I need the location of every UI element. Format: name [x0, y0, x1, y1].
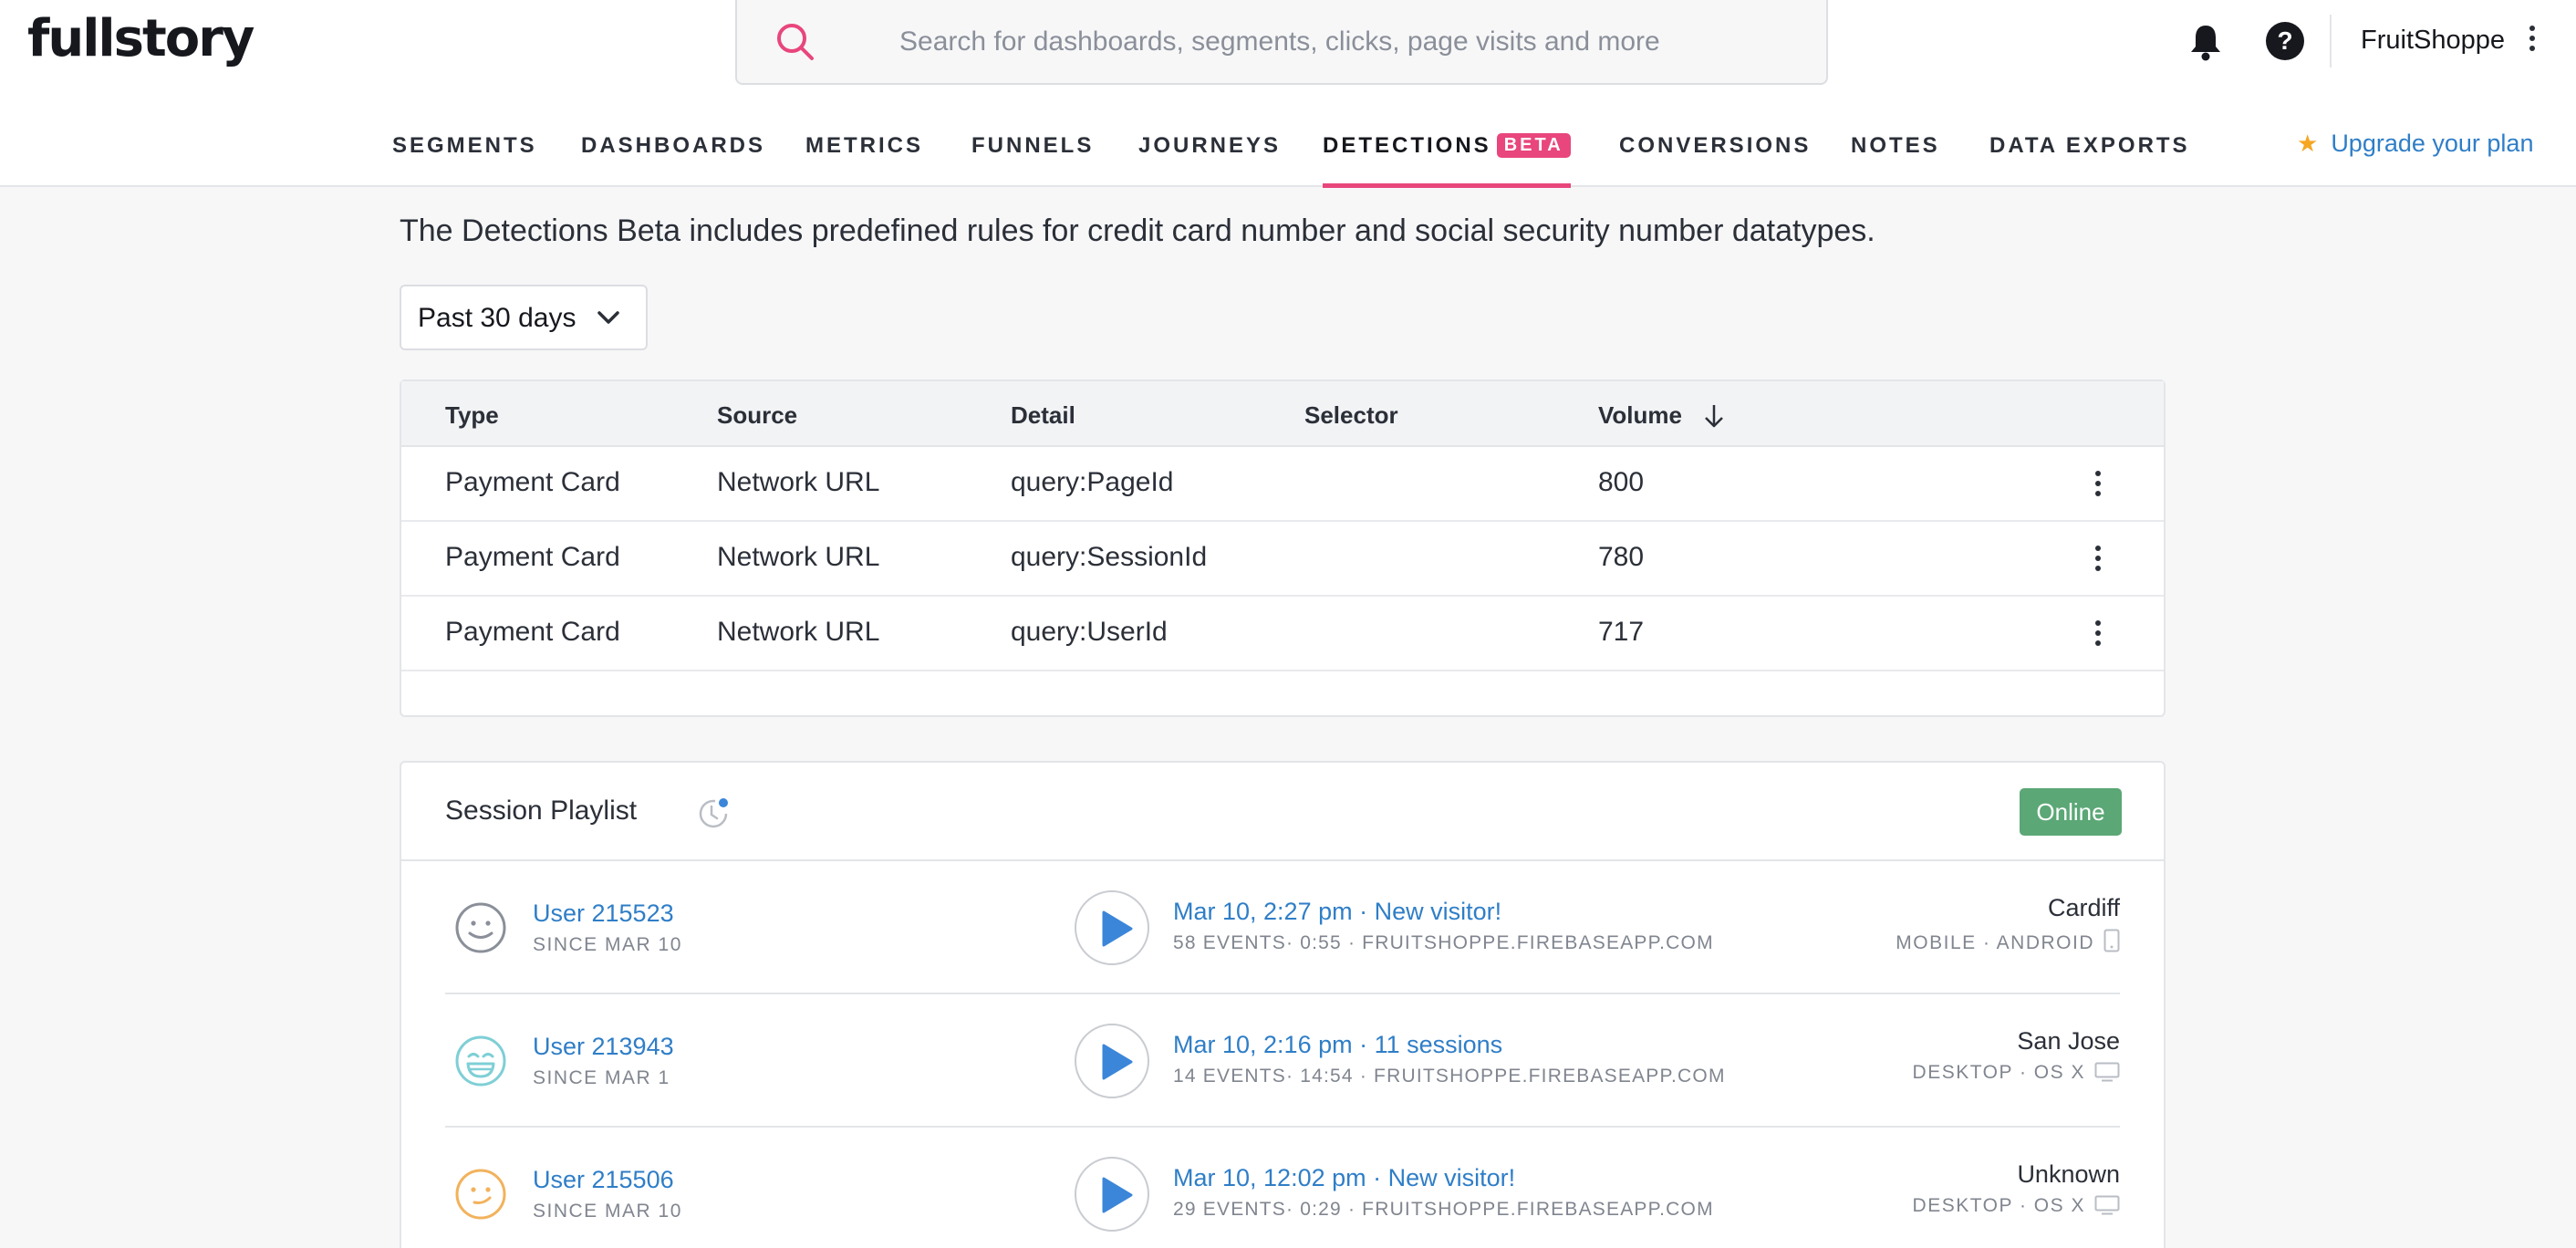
session-time-link[interactable]: Mar 10, 12:02 pm · New visitor!: [1173, 1164, 1515, 1192]
global-search[interactable]: [735, 0, 1828, 85]
help-icon[interactable]: ?: [2266, 22, 2304, 60]
upgrade-plan-link[interactable]: ★ Upgrade your plan: [2297, 130, 2533, 158]
session-meta: 58 EVENTS· 0:55 · FRUITSHOPPE.FIREBASEAP…: [1173, 932, 1714, 953]
header-divider: [2330, 15, 2332, 68]
nav-funnels[interactable]: FUNNELS: [971, 133, 1094, 188]
session-device-label: DESKTOP · OS X: [1912, 1062, 2085, 1083]
detections-intro-text: The Detections Beta includes predefined …: [400, 213, 1875, 248]
nav-conversions[interactable]: CONVERSIONS: [1619, 133, 1811, 188]
session-user-link[interactable]: User 215523: [533, 900, 674, 928]
session-user-link[interactable]: User 213943: [533, 1033, 674, 1061]
fullstory-logo[interactable]: fullstory: [27, 9, 254, 68]
play-icon: [1102, 1177, 1133, 1213]
play-session-button[interactable]: [1075, 1024, 1149, 1098]
cell-volume: 800: [1598, 467, 1645, 497]
session-device-label: MOBILE · ANDROID: [1896, 932, 2094, 953]
mobile-device-icon: [2103, 929, 2120, 952]
cell-detail: query:SessionId: [1011, 542, 1208, 572]
star-icon: ★: [2297, 130, 2319, 157]
search-input[interactable]: [899, 16, 1793, 68]
session-city: Cardiff: [2047, 894, 2120, 921]
nav-dashboards[interactable]: DASHBOARDS: [581, 133, 765, 188]
column-selector: Selector: [1304, 401, 1398, 429]
table-header: Type Source Detail Selector Volume: [401, 381, 2164, 447]
row-more-icon[interactable]: [2091, 471, 2105, 502]
playlist-title: Session Playlist: [445, 796, 638, 826]
play-session-button[interactable]: [1075, 1157, 1149, 1232]
user-avatar-icon[interactable]: [454, 1168, 507, 1221]
cell-volume: 717: [1598, 617, 1645, 647]
online-status-badge: Online: [2020, 788, 2122, 836]
session-playlist: Session Playlist Online User 215523 SINCE…: [400, 761, 2166, 1248]
cell-volume: 780: [1598, 542, 1645, 572]
cell-source: Network URL: [717, 542, 880, 572]
row-more-icon[interactable]: [2091, 546, 2105, 577]
desktop-device-icon: [2094, 1062, 2120, 1082]
session-user-since: SINCE MAR 10: [533, 1201, 682, 1222]
column-volume[interactable]: Volume: [1598, 401, 1725, 430]
account-name[interactable]: FruitShoppe: [2361, 26, 2505, 56]
session-device: MOBILE · ANDROID: [1896, 929, 2120, 954]
session-user-since: SINCE MAR 1: [533, 1067, 670, 1088]
cell-detail: query:PageId: [1011, 467, 1174, 497]
user-avatar-icon[interactable]: [454, 901, 507, 954]
session-time-link[interactable]: Mar 10, 2:16 pm · 11 sessions: [1173, 1031, 1502, 1059]
session-row[interactable]: User 215523 SINCE MAR 10 Mar 10, 2:27 pm ·…: [445, 861, 2120, 994]
date-range-value: Past 30 days: [418, 303, 576, 333]
nav-segments[interactable]: SEGMENTS: [392, 133, 537, 188]
table-row[interactable]: Payment Card Network URL query:UserId 71…: [401, 597, 2164, 671]
session-meta: 29 EVENTS· 0:29 · FRUITSHOPPE.FIREBASEAP…: [1173, 1199, 1714, 1220]
bell-icon[interactable]: [2187, 22, 2224, 62]
sort-descending-icon[interactable]: [1703, 403, 1725, 429]
session-row[interactable]: User 215506 SINCE MAR 10 Mar 10, 12:02 pm …: [445, 1128, 2120, 1248]
clock-icon[interactable]: [695, 796, 732, 832]
cell-source: Network URL: [717, 467, 880, 497]
date-range-dropdown[interactable]: Past 30 days: [400, 285, 648, 350]
cell-source: Network URL: [717, 617, 880, 647]
user-avatar-icon[interactable]: [454, 1035, 507, 1087]
play-session-button[interactable]: [1075, 890, 1149, 965]
column-type: Type: [445, 401, 499, 429]
play-icon: [1102, 910, 1133, 947]
session-device-label: DESKTOP · OS X: [1912, 1195, 2085, 1216]
upgrade-plan-label: Upgrade your plan: [2331, 130, 2534, 157]
session-list: User 215523 SINCE MAR 10 Mar 10, 2:27 pm ·…: [401, 861, 2164, 1248]
desktop-device-icon: [2094, 1195, 2120, 1215]
session-user-link[interactable]: User 215506: [533, 1166, 674, 1194]
beta-badge: BETA: [1496, 133, 1571, 158]
nav-detections-label: DETECTIONS: [1323, 133, 1491, 158]
session-city: Unknown: [2017, 1160, 2120, 1188]
play-icon: [1102, 1044, 1133, 1080]
table-row[interactable]: Payment Card Network URL query:SessionId…: [401, 522, 2164, 597]
table-row[interactable]: Payment Card Network URL query:PageId 80…: [401, 447, 2164, 522]
more-options-icon[interactable]: [2525, 26, 2540, 62]
cell-type: Payment Card: [445, 467, 620, 497]
nav-notes[interactable]: NOTES: [1851, 133, 1940, 188]
session-meta: 14 EVENTS· 14:54 · FRUITSHOPPE.FIREBASEA…: [1173, 1066, 1726, 1087]
nav-data-exports[interactable]: DATA EXPORTS: [1989, 133, 2190, 188]
playlist-header: Session Playlist Online: [401, 763, 2164, 861]
cell-type: Payment Card: [445, 617, 620, 647]
session-device: DESKTOP · OS X: [1913, 1062, 2120, 1084]
session-row[interactable]: User 213943 SINCE MAR 1 Mar 10, 2:16 pm · …: [445, 994, 2120, 1128]
chevron-down-icon: [597, 311, 619, 324]
detections-table: Type Source Detail Selector Volume Payme…: [400, 380, 2166, 717]
search-icon: [777, 24, 814, 60]
cell-detail: query:UserId: [1011, 617, 1168, 647]
column-source: Source: [717, 401, 798, 429]
main-nav: SEGMENTS DASHBOARDS METRICS FUNNELS JOUR…: [0, 128, 2576, 188]
session-device: DESKTOP · OS X: [1913, 1195, 2120, 1217]
top-bar: fullstory ? FruitShoppe SEGMENTS DASHBOA…: [0, 0, 2576, 188]
nav-journeys[interactable]: JOURNEYS: [1138, 133, 1281, 188]
session-time-link[interactable]: Mar 10, 2:27 pm · New visitor!: [1173, 898, 1501, 926]
column-volume-label: Volume: [1598, 401, 1682, 429]
column-detail: Detail: [1011, 401, 1075, 429]
session-user-since: SINCE MAR 10: [533, 934, 682, 955]
cell-type: Payment Card: [445, 542, 620, 572]
session-city: San Jose: [2017, 1027, 2120, 1055]
row-more-icon[interactable]: [2091, 620, 2105, 651]
nav-metrics[interactable]: METRICS: [805, 133, 923, 188]
nav-detections[interactable]: DETECTIONS BETA: [1323, 133, 1571, 188]
